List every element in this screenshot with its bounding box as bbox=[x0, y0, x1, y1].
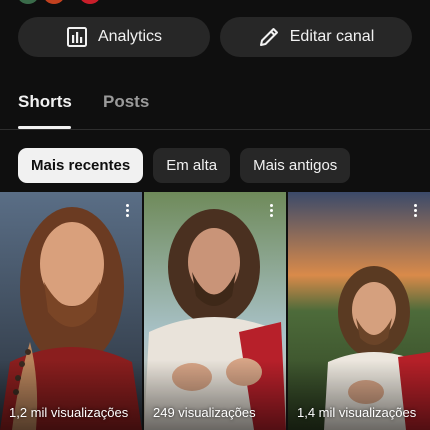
tabs-divider bbox=[0, 129, 430, 130]
channel-tabs: Shorts Posts bbox=[18, 84, 430, 130]
avatar bbox=[18, 0, 38, 4]
short-thumbnail[interactable]: 1,4 mil visualizações bbox=[288, 192, 430, 430]
more-vert-icon[interactable] bbox=[126, 204, 130, 219]
shorts-grid: 1,2 mil visualizações 249 visualizações bbox=[0, 192, 430, 430]
more-vert-icon[interactable] bbox=[270, 204, 274, 219]
edit-channel-label: Editar canal bbox=[289, 28, 375, 45]
avatar bbox=[80, 0, 100, 4]
view-count: 249 visualizações bbox=[153, 405, 256, 420]
tab-shorts[interactable]: Shorts bbox=[18, 92, 72, 112]
more-vert-icon[interactable] bbox=[414, 204, 418, 219]
short-thumbnail[interactable]: 249 visualizações bbox=[144, 192, 286, 430]
edit-channel-button[interactable]: Editar canal bbox=[220, 17, 412, 57]
channel-actions: Analytics Editar canal bbox=[18, 17, 412, 57]
short-thumbnail[interactable]: 1,2 mil visualizações bbox=[0, 192, 142, 430]
analytics-button[interactable]: Analytics bbox=[18, 17, 210, 57]
analytics-label: Analytics bbox=[97, 28, 163, 45]
bar-chart-icon bbox=[66, 26, 88, 48]
pencil-icon bbox=[258, 26, 280, 48]
chip-em-alta[interactable]: Em alta bbox=[153, 148, 231, 183]
view-count: 1,2 mil visualizações bbox=[9, 405, 129, 420]
avatar bbox=[44, 0, 64, 4]
channel-avatars-strip bbox=[18, 0, 118, 4]
tab-posts[interactable]: Posts bbox=[103, 92, 149, 112]
sort-filter-chips: Mais recentes Em alta Mais antigos bbox=[18, 148, 351, 183]
chip-mais-antigos[interactable]: Mais antigos bbox=[240, 148, 351, 183]
view-count: 1,4 mil visualizações bbox=[297, 405, 417, 420]
chip-mais-recentes[interactable]: Mais recentes bbox=[18, 148, 144, 183]
